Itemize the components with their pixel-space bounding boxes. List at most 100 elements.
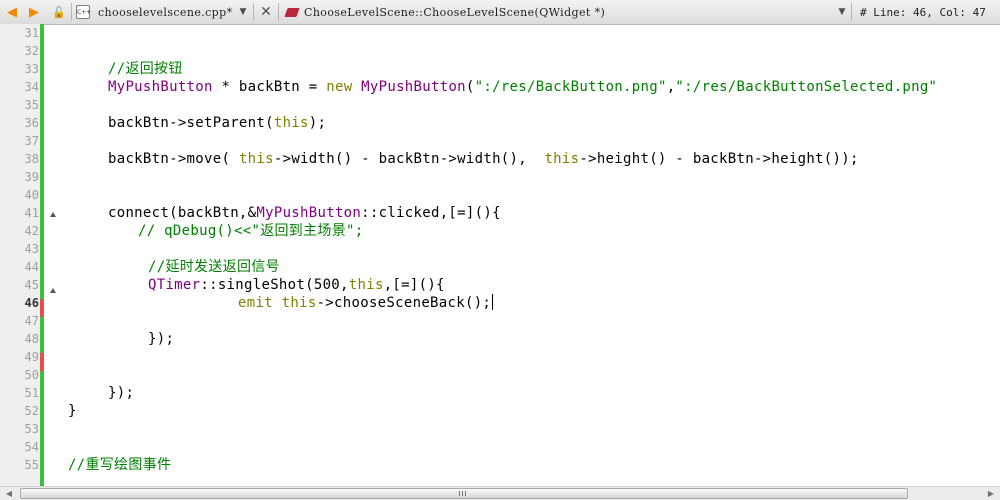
- scroll-right-icon[interactable]: ▶: [984, 487, 998, 500]
- line-number: 55: [24, 458, 39, 472]
- line-number-current: 46: [24, 296, 39, 310]
- toolbar-separator: [71, 3, 72, 21]
- close-icon[interactable]: ✕: [256, 0, 276, 24]
- cursor-position-label: # Line: 46, Col: 47: [860, 5, 986, 19]
- code-text: ,[=](){: [383, 277, 445, 293]
- text-cursor: [492, 294, 494, 310]
- code-type: MyPushButton: [108, 79, 213, 95]
- line-number: 43: [24, 242, 39, 256]
- line-number: 51: [24, 386, 39, 400]
- code-type: MyPushButton: [361, 79, 466, 95]
- code-line-51[interactable]: });: [108, 384, 134, 402]
- symbol-selector-label: ChooseLevelScene::ChooseLevelScene(QWidg…: [304, 5, 606, 19]
- code-text: (: [465, 79, 475, 95]
- chevron-down-icon[interactable]: ▼: [233, 0, 253, 24]
- line-number: 45: [24, 278, 39, 292]
- code-keyword: this: [348, 277, 384, 293]
- code-text: }: [68, 403, 77, 419]
- line-number: 52: [24, 404, 39, 418]
- code-line-34[interactable]: MyPushButton * backBtn = new MyPushButto…: [108, 78, 937, 96]
- change-marker-bar: [40, 24, 44, 486]
- line-number: 41: [24, 206, 39, 220]
- toolbar-separator: [253, 3, 254, 21]
- line-number: 48: [24, 332, 39, 346]
- code-keyword: new: [326, 79, 353, 95]
- cursor-position-indicator[interactable]: # Line: 46, Col: 47: [860, 0, 986, 24]
- code-text: );: [308, 115, 327, 131]
- fold-marker-icon[interactable]: [50, 288, 56, 293]
- code-line-48[interactable]: });: [148, 330, 174, 348]
- line-number: 32: [24, 44, 39, 58]
- unsaved-change-marker: [40, 299, 44, 317]
- unsaved-change-marker: [40, 353, 44, 371]
- scroll-left-icon[interactable]: ◀: [2, 487, 16, 500]
- code-keyword: emit: [238, 295, 273, 311]
- cpp-file-icon: C++: [76, 5, 91, 19]
- code-keyword: this: [273, 115, 309, 131]
- code-line-55[interactable]: //重写绘图事件: [68, 456, 171, 474]
- line-number: 35: [24, 98, 39, 112]
- line-number: 36: [24, 116, 39, 130]
- code-line-41[interactable]: connect(backBtn,&MyPushButton::clicked,[…: [108, 204, 501, 222]
- code-text: ->height() - backBtn->height());: [579, 151, 859, 167]
- grip-icon: [459, 491, 467, 496]
- editor-toolbar: ◀ ▶ 🔓 C++ chooselevelscene.cpp* ▼ ✕ Choo…: [0, 0, 1000, 25]
- line-number: 50: [24, 368, 39, 382]
- line-number: 42: [24, 224, 39, 238]
- code-text: ::clicked,[=](){: [361, 205, 501, 221]
- code-type: MyPushButton: [256, 205, 362, 221]
- chevron-down-icon[interactable]: ▼: [832, 0, 852, 24]
- file-tab-label: chooselevelscene.cpp*: [98, 5, 233, 19]
- code-comment: //延时发送返回信号: [148, 259, 280, 275]
- code-text: });: [108, 385, 135, 401]
- line-number: 33: [24, 62, 39, 76]
- code-text: connect(backBtn,&: [108, 205, 257, 221]
- code-text: ->width() - backBtn->width(),: [273, 151, 545, 167]
- code-text: ->chooseSceneBack();: [316, 295, 492, 311]
- code-line-38[interactable]: backBtn->move( this->width() - backBtn->…: [108, 150, 859, 168]
- fold-marker-icon[interactable]: [50, 212, 56, 217]
- line-number: 37: [24, 134, 39, 148]
- line-number: 47: [24, 314, 39, 328]
- code-comment: //重写绘图事件: [68, 457, 172, 473]
- code-line-33[interactable]: //返回按钮: [108, 60, 183, 78]
- back-arrow-icon[interactable]: ◀: [2, 0, 22, 24]
- code-string: ":/res/BackButton.png": [474, 79, 667, 95]
- line-number: 38: [24, 152, 39, 166]
- code-line-45[interactable]: QTimer::singleShot(500,this,[=](){: [148, 276, 445, 294]
- line-number: 44: [24, 260, 39, 274]
- line-number: 34: [24, 80, 39, 94]
- code-string: ":/res/BackButtonSelected.png": [675, 79, 938, 95]
- code-text: * backBtn =: [212, 79, 327, 95]
- file-tab[interactable]: C++ chooselevelscene.cpp*: [76, 0, 232, 24]
- code-keyword: this: [238, 151, 274, 167]
- code-line-52[interactable]: }: [68, 402, 77, 420]
- line-number: 49: [24, 350, 39, 364]
- code-keyword: this: [281, 295, 317, 311]
- code-type: QTimer: [148, 277, 201, 293]
- line-number: 40: [24, 188, 39, 202]
- toolbar-separator: [278, 3, 279, 21]
- code-text: });: [148, 331, 175, 347]
- code-text: backBtn->move(: [108, 151, 239, 167]
- horizontal-scrollbar[interactable]: ◀ ▶: [0, 486, 1000, 500]
- code-comment: //返回按钮: [108, 61, 183, 77]
- code-comment: // qDebug()<<"返回到主场景";: [138, 223, 364, 239]
- forward-arrow-icon[interactable]: ▶: [24, 0, 44, 24]
- symbol-selector[interactable]: ChooseLevelScene::ChooseLevelScene(QWidg…: [284, 0, 606, 24]
- scrollbar-thumb[interactable]: [20, 488, 908, 499]
- method-icon: [284, 7, 300, 17]
- lock-icon[interactable]: 🔓: [49, 0, 69, 24]
- code-line-36[interactable]: backBtn->setParent(this);: [108, 114, 326, 132]
- code-line-44[interactable]: //延时发送返回信号: [148, 258, 280, 276]
- toolbar-separator: [851, 3, 852, 21]
- line-number: 31: [24, 26, 39, 40]
- line-number: 53: [24, 422, 39, 436]
- code-keyword: this: [544, 151, 580, 167]
- line-number: 54: [24, 440, 39, 454]
- code-line-46[interactable]: emit this->chooseSceneBack();: [238, 294, 494, 312]
- code-line-42[interactable]: // qDebug()<<"返回到主场景";: [138, 222, 363, 240]
- code-text: backBtn->setParent(: [108, 115, 274, 131]
